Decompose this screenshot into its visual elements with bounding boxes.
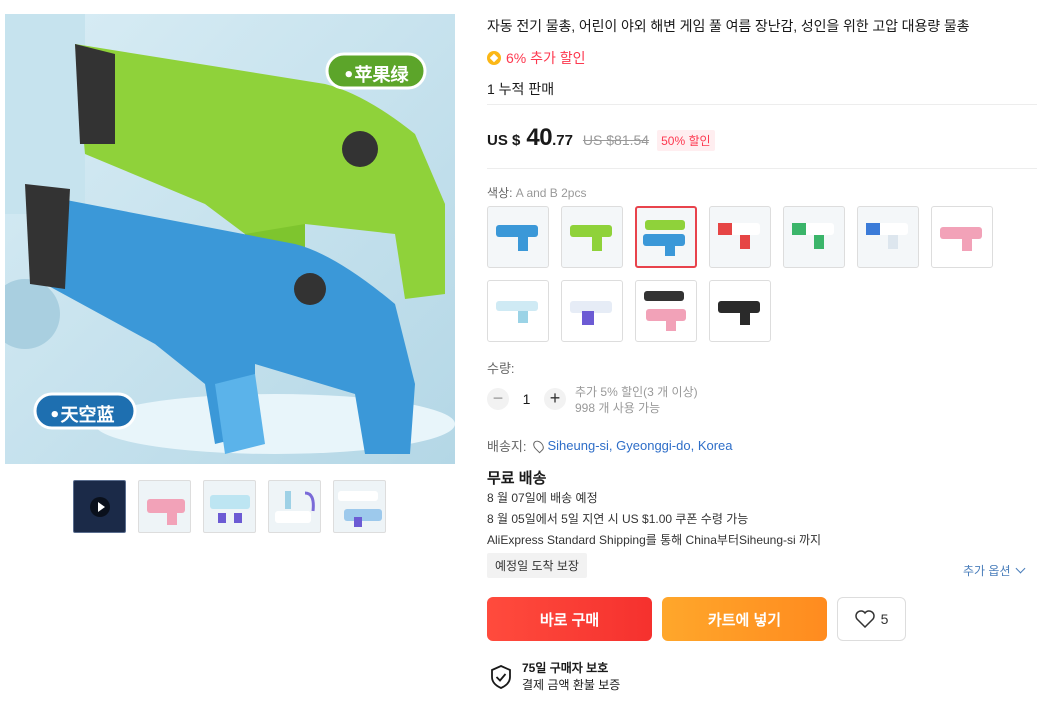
- bulk-discount-note: 추가 5% 할인(3 개 이상): [575, 385, 698, 399]
- thumb-blue-white-image: [338, 491, 382, 527]
- wishlist-count: 5: [880, 611, 889, 627]
- wishlist-button[interactable]: 5: [837, 597, 906, 641]
- swatch-green-white-image: [792, 223, 834, 249]
- swatch-black[interactable]: [709, 280, 771, 342]
- swatch-white-blue-image: [866, 223, 908, 249]
- ship-to: 배송지: Siheung-si, Gyeonggi-do, Korea: [487, 436, 733, 455]
- location-pin-icon: [530, 438, 546, 453]
- free-shipping: 무료 배송: [487, 470, 547, 487]
- more-options-link[interactable]: 추가 옵션: [963, 562, 1024, 579]
- swatch-green-white[interactable]: [783, 206, 845, 268]
- swatch-green-image: [570, 225, 612, 251]
- product-page: •苹果绿 •天空蓝 자동 전기 물총, 어린이 야외 해변 게임 풀 여름 장난…: [0, 0, 1054, 705]
- thumbnail-strip: [73, 480, 386, 533]
- swatch-pink-black[interactable]: [635, 280, 697, 342]
- delivery-date: 8 월 07일에 배송 예정: [487, 491, 598, 505]
- add-to-cart-button[interactable]: 카트에 넣기: [662, 597, 827, 641]
- price-whole: 40: [526, 124, 553, 151]
- stock-note: 998 개 사용 가능: [575, 401, 661, 415]
- ship-to-label: 배송지:: [487, 439, 527, 454]
- thumbnail-pink[interactable]: [138, 480, 191, 533]
- thumb-accessories-image: [275, 491, 315, 523]
- swatch-white-purple[interactable]: [561, 280, 623, 342]
- label-blue: •天空蓝: [49, 405, 115, 426]
- protection-subtitle: 결제 금액 환불 보증: [522, 678, 621, 692]
- color-label: 색상: A and B 2pcs: [487, 184, 586, 201]
- main-product-image[interactable]: •苹果绿 •天空蓝: [5, 14, 455, 464]
- price-currency: US $: [487, 132, 521, 149]
- heart-icon: [854, 610, 875, 628]
- protection-title: 구매자 보호: [546, 661, 609, 675]
- protection-days: 75일: [522, 661, 547, 675]
- coin-icon: [487, 51, 501, 65]
- product-title: 자동 전기 물총, 어린이 야외 해변 게임 풀 여름 장난감, 성인을 위한 …: [487, 18, 970, 34]
- swatch-white-cyan[interactable]: [487, 280, 549, 342]
- sold-count: 1 누적 판매: [487, 81, 555, 97]
- swatch-green-blue-image: [643, 220, 685, 256]
- thumbnail-video[interactable]: [73, 480, 126, 533]
- color-label-key: 색상:: [487, 186, 513, 200]
- swatch-pink[interactable]: [931, 206, 993, 268]
- thumb-pink-image: [147, 499, 185, 525]
- original-price: US $81.54: [582, 132, 650, 148]
- swatch-pink-black-image: [644, 291, 686, 331]
- quantity-label: 수량:: [487, 361, 515, 376]
- discount-badge: 50% 할인: [657, 130, 715, 151]
- swatch-black-image: [718, 301, 760, 325]
- extra-discount: 6% 추가 할인: [487, 48, 586, 68]
- ship-to-location-link[interactable]: Siheung-si, Gyeonggi-do, Korea: [548, 438, 733, 453]
- thumbnail-accessories[interactable]: [268, 480, 321, 533]
- shipping-method: AliExpress Standard Shipping를 통해 China부터…: [487, 533, 822, 547]
- swatch-blue-image: [496, 225, 538, 251]
- thumbnail-white-blue[interactable]: [203, 480, 256, 533]
- quantity-value[interactable]: 1: [509, 391, 544, 407]
- play-icon: [90, 497, 110, 517]
- quantity-note: 추가 5% 할인(3 개 이상) 998 개 사용 가능: [575, 384, 698, 416]
- color-label-value: A and B 2pcs: [515, 186, 587, 200]
- extra-discount-text: 6% 추가 할인: [506, 50, 586, 66]
- thumbnail-blue-white[interactable]: [333, 480, 386, 533]
- swatch-pink-image: [940, 227, 982, 251]
- swatch-white-cyan-image: [496, 301, 538, 323]
- arrival-guarantee-badge: 예정일 도착 보장: [487, 553, 587, 578]
- divider: [487, 168, 1037, 169]
- price-row: US $ 40 .77 US $81.54 50% 할인: [487, 124, 715, 152]
- price-decimal: .77: [552, 132, 573, 149]
- swatch-green[interactable]: [561, 206, 623, 268]
- quantity-minus-button[interactable]: −: [487, 388, 509, 410]
- swatch-white-purple-image: [570, 301, 612, 325]
- label-green: •苹果绿: [343, 65, 409, 86]
- quantity-stepper: − 1 +: [487, 388, 566, 410]
- buyer-protection: 75일 구매자 보호 결제 금액 환불 보증: [490, 660, 620, 694]
- protection-text: 75일 구매자 보호 결제 금액 환불 보증: [522, 660, 620, 694]
- divider: [487, 104, 1037, 105]
- shield-check-icon: [491, 665, 511, 689]
- buy-now-button[interactable]: 바로 구매: [487, 597, 652, 641]
- thumb-white-blue-image: [210, 495, 250, 523]
- swatch-red-white-image: [718, 223, 760, 249]
- delay-coupon: 8 월 05일에서 5일 지연 시 US $1.00 쿠폰 수령 가능: [487, 512, 749, 526]
- quantity-plus-button[interactable]: +: [544, 388, 566, 410]
- swatch-green-blue[interactable]: [635, 206, 697, 268]
- swatch-white-blue[interactable]: [857, 206, 919, 268]
- color-swatches: [487, 206, 1007, 342]
- swatch-red-white[interactable]: [709, 206, 771, 268]
- swatch-blue[interactable]: [487, 206, 549, 268]
